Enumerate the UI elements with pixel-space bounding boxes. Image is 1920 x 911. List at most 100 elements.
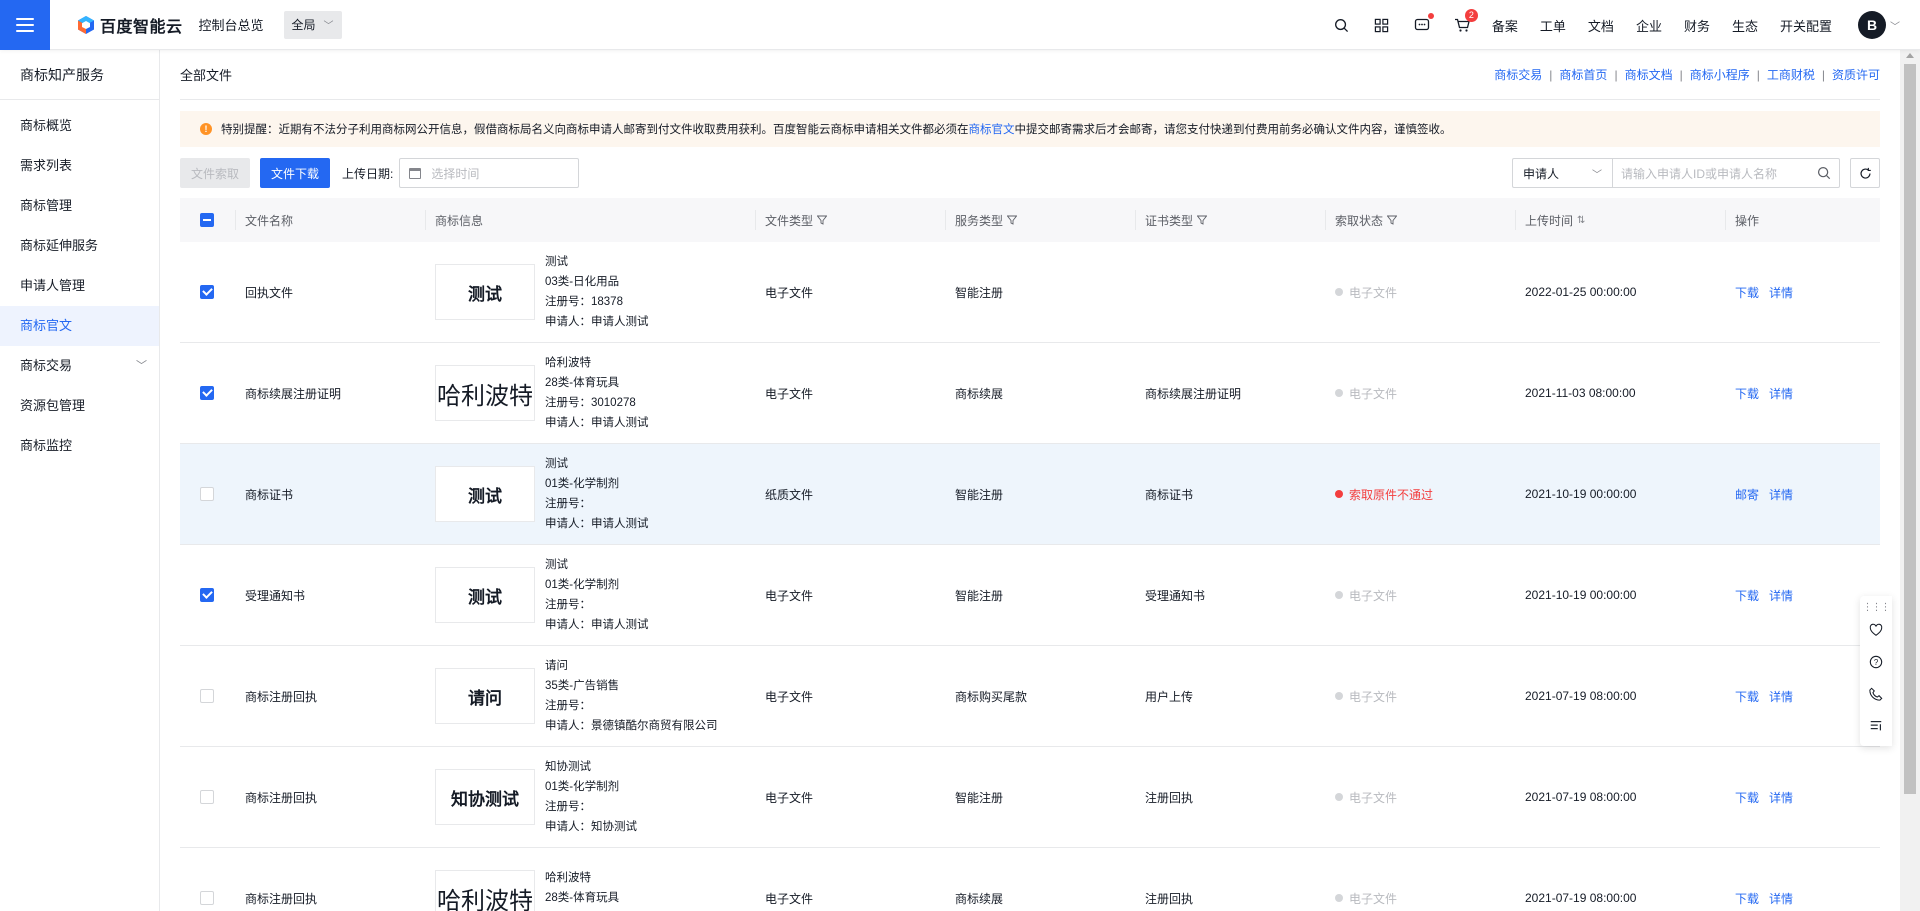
nav-link-finance[interactable]: 财务 (1684, 16, 1710, 35)
row-actions: 下载 详情 (1725, 848, 1870, 911)
nav-link-ticket[interactable]: 工单 (1540, 16, 1566, 35)
sidebar-item-requirements[interactable]: 需求列表 (0, 146, 159, 186)
row-checkbox[interactable] (200, 689, 214, 703)
help-icon[interactable]: ? (1860, 646, 1892, 678)
table-row[interactable]: 商标注册回执 知协测试 知协测试 01类-化学制剂 注册号： 申请人：知协测试 电子文件 智能… (180, 747, 1880, 848)
select-all-checkbox[interactable] (200, 213, 214, 227)
quick-link-docs[interactable]: 商标文档 (1625, 66, 1673, 83)
sidebar-item-trading[interactable]: 商标交易 ﹀ (0, 346, 159, 386)
sidebar-item-applicants[interactable]: 申请人管理 (0, 266, 159, 306)
status-dot-icon (1335, 894, 1343, 902)
search-icon[interactable] (1817, 166, 1831, 180)
download-file-button[interactable]: 文件下载 (260, 158, 331, 188)
row-checkbox[interactable] (200, 891, 214, 905)
notice-link[interactable]: 商标官文 (969, 121, 1015, 137)
filter-icon[interactable] (1007, 215, 1018, 225)
nav-link-enterprise[interactable]: 企业 (1636, 16, 1662, 35)
table-row[interactable]: 回执文件 测试 测试 03类-日化用品 注册号：18378 申请人：申请人测试 电子文件 智能… (180, 242, 1880, 343)
scroll-up-arrow-icon[interactable] (1906, 53, 1914, 58)
apps-grid-icon[interactable] (1372, 15, 1392, 35)
table-row[interactable]: 商标证书 测试 测试 01类-化学制剂 注册号： 申请人：申请人测试 纸质文件 智能注册 商标证… (180, 444, 1880, 545)
upload-time: 2021-11-03 08:00:00 (1525, 386, 1636, 400)
quick-link-home[interactable]: 商标首页 (1559, 66, 1607, 83)
search-icon[interactable] (1332, 15, 1352, 35)
message-icon[interactable] (1412, 13, 1434, 35)
sidebar-item-trademark-management[interactable]: 商标管理 (0, 186, 159, 226)
scrollbar-thumb[interactable] (1904, 64, 1916, 794)
filter-icon[interactable] (1387, 215, 1398, 225)
certificate-type: 受理通知书 (1145, 588, 1206, 603)
nav-link-docs[interactable]: 文档 (1588, 16, 1614, 35)
vertical-scrollbar[interactable] (1900, 50, 1920, 911)
row-checkbox[interactable] (200, 285, 214, 299)
quick-link-license[interactable]: 资质许可 (1832, 66, 1880, 83)
drag-handle-icon[interactable]: ⋮⋮⋮ (1860, 600, 1892, 614)
console-overview-link[interactable]: 控制台总览 (199, 15, 264, 34)
user-menu[interactable]: B ﹀ (1858, 11, 1900, 39)
region-select[interactable]: 全局 ﹀ (283, 10, 342, 39)
search-input[interactable]: 请输入申请人ID或申请人名称 (1612, 158, 1840, 188)
trademark-info: 请问 请问 35类-广告销售 注册号： 申请人：景德镇酷尔商贸有限公司 (425, 646, 755, 746)
certificate-type: 商标续展注册证明 (1145, 386, 1242, 401)
details-button[interactable]: 详情 (1769, 688, 1793, 705)
request-file-button[interactable]: 文件索取 (180, 158, 251, 188)
sidebar-item-official-documents[interactable]: 商标官文 (0, 306, 159, 346)
row-checkbox[interactable] (200, 790, 214, 804)
table-row[interactable]: 受理通知书 测试 测试 01类-化学制剂 注册号： 申请人：申请人测试 电子文件 智能注册 受理… (180, 545, 1880, 646)
date-placeholder: 选择时间 (431, 166, 480, 181)
download-button[interactable]: 下载 (1735, 890, 1759, 907)
nav-link-beian[interactable]: 备案 (1492, 16, 1518, 35)
chevron-down-icon: ﹀ (1592, 169, 1602, 181)
status-badge: 电子文件 (1335, 890, 1397, 907)
sidebar-item-overview[interactable]: 商标概览 (0, 106, 159, 146)
brand-logo[interactable]: 百度智能云 (76, 13, 183, 37)
table-row[interactable]: 商标注册回执哈利波特哈利波特28类-体育玩具注册号：3010278电子文件商标续… (180, 848, 1880, 911)
nav-link-settings[interactable]: 开关配置 (1780, 16, 1832, 35)
table-row[interactable]: 商标续展注册证明 哈利波特 哈利波特 28类-体育玩具 注册号：3010278 申请人：申… (180, 343, 1880, 444)
cart-icon[interactable]: 2 (1452, 9, 1478, 35)
row-checkbox[interactable] (200, 386, 214, 400)
phone-icon[interactable] (1860, 678, 1892, 710)
menu-toggle-button[interactable] (0, 0, 50, 50)
sidebar-item-resource-packages[interactable]: 资源包管理 (0, 386, 159, 426)
filter-icon[interactable] (817, 215, 828, 225)
row-checkbox[interactable] (200, 588, 214, 602)
details-button[interactable]: 详情 (1769, 284, 1793, 301)
feedback-icon[interactable] (1860, 710, 1892, 742)
download-button[interactable]: 下载 (1735, 385, 1759, 402)
sidebar-item-extension-services[interactable]: 商标延伸服务 (0, 226, 159, 266)
table-row[interactable]: 商标注册回执 请问 请问 35类-广告销售 注册号： 申请人：景德镇酷尔商贸有限公司 电子文… (180, 646, 1880, 747)
trademark-image: 哈利波特 (435, 365, 535, 421)
refresh-icon (1859, 167, 1871, 179)
download-button[interactable]: 下载 (1735, 688, 1759, 705)
details-button[interactable]: 详情 (1769, 486, 1793, 503)
quick-link-miniapp[interactable]: 商标小程序 (1690, 66, 1750, 83)
refresh-button[interactable] (1850, 158, 1880, 188)
details-button[interactable]: 详情 (1769, 385, 1793, 402)
upload-date-label: 上传日期: (342, 166, 394, 181)
row-checkbox[interactable] (200, 487, 214, 501)
status-text: 电子文件 (1349, 790, 1398, 805)
download-button[interactable]: 下载 (1735, 789, 1759, 806)
filter-icon[interactable] (1197, 215, 1208, 225)
mail-button[interactable]: 邮寄 (1735, 486, 1759, 503)
search-field-select[interactable]: 申请人 ﹀ (1512, 158, 1612, 188)
favorite-icon[interactable] (1860, 614, 1892, 646)
upload-date-picker[interactable]: 选择时间 (399, 158, 580, 188)
nav-link-ecosystem[interactable]: 生态 (1732, 16, 1758, 35)
row-actions: 下载 详情 (1725, 747, 1870, 847)
download-button[interactable]: 下载 (1735, 284, 1759, 301)
certificate-type: 商标证书 (1145, 487, 1194, 502)
details-button[interactable]: 详情 (1769, 890, 1793, 907)
details-button[interactable]: 详情 (1769, 587, 1793, 604)
status-dot-icon (1335, 389, 1343, 397)
quick-link-tax[interactable]: 工商财税 (1767, 66, 1815, 83)
main-content: 全部文件 商标交易 | 商标首页 | 商标文档 | 商标小程序 | 工商财税 | 资质许可… (160, 50, 1900, 911)
sidebar-item-monitoring[interactable]: 商标监控 (0, 426, 159, 466)
sort-icon[interactable]: ⇅ (1577, 215, 1585, 226)
quick-link-trading[interactable]: 商标交易 (1494, 66, 1542, 83)
page-title: 全部文件 (180, 68, 233, 83)
details-button[interactable]: 详情 (1769, 789, 1793, 806)
download-button[interactable]: 下载 (1735, 587, 1759, 604)
file-type: 电子文件 (765, 790, 814, 805)
